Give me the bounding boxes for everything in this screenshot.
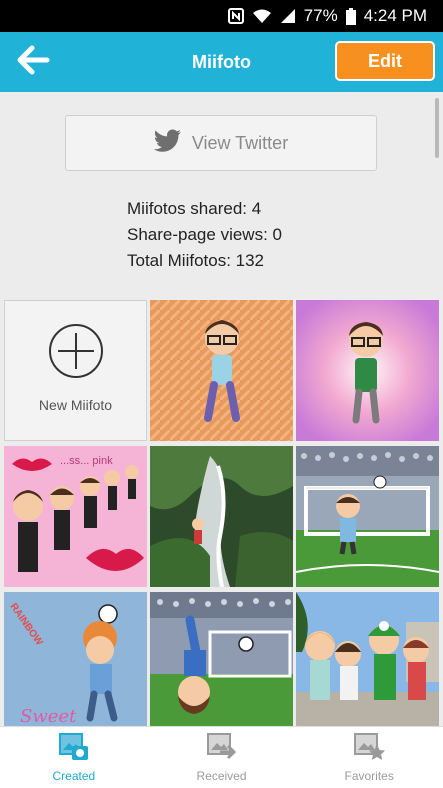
status-time: 4:24 PM <box>363 6 427 25</box>
sweet-photo-text: Sweet <box>20 706 77 726</box>
group-mii-photo[interactable] <box>296 592 439 726</box>
app-bar: Miifoto Edit <box>0 32 443 92</box>
tab-created[interactable]: Created <box>0 727 148 788</box>
orange-pattern-mii-photo[interactable] <box>150 300 293 441</box>
received-photos-icon <box>206 732 238 765</box>
wifi-icon <box>252 8 272 24</box>
battery-percent: 77% <box>303 6 338 25</box>
total-miifotos: Total Miifotos: 132 <box>127 251 265 270</box>
tab-favorites[interactable]: Favorites <box>295 727 443 788</box>
pink-lips-mii-photo[interactable]: ...ss... pink <box>4 446 147 587</box>
created-photos-icon <box>58 732 90 765</box>
tab-favorites-label: Favorites <box>344 769 394 783</box>
scrollbar[interactable] <box>435 98 439 158</box>
signal-icon <box>280 8 296 24</box>
content-area[interactable]: View Twitter Miifotos shared: 4 Share-pa… <box>0 92 443 726</box>
waterfall-mii-photo[interactable] <box>150 446 293 587</box>
stadium-bicycle-kick-mii-photo[interactable] <box>150 592 293 726</box>
share-page-views: Share-page views: 0 <box>127 225 282 244</box>
view-twitter-button[interactable]: View Twitter <box>65 115 377 171</box>
nfc-icon <box>227 8 244 24</box>
tab-created-label: Created <box>52 769 96 783</box>
bottom-nav: Created Received Favorites <box>0 726 443 788</box>
tab-received[interactable]: Received <box>148 727 296 788</box>
rainbow-soccer-mii-photo[interactable]: RAINBOW Sweet <box>4 592 147 726</box>
back-arrow-icon <box>16 45 50 80</box>
tab-received-label: Received <box>196 769 247 783</box>
stadium-goal-mii-photo[interactable] <box>296 446 439 587</box>
new-miifoto-label: New Miifoto <box>38 397 113 413</box>
new-miifoto-button[interactable]: New Miifoto <box>4 300 147 441</box>
twitter-bird-icon <box>153 129 182 158</box>
view-twitter-label: View Twitter <box>191 132 289 153</box>
pink-photo-text: ...ss... pink <box>60 455 113 467</box>
miifotos-shared: Miifotos shared: 4 <box>127 199 262 218</box>
pink-burst-mii-photo[interactable] <box>296 300 439 441</box>
back-button[interactable] <box>12 42 54 82</box>
battery-icon <box>345 7 356 25</box>
plus-circle-icon <box>48 323 104 379</box>
status-bar: 77% 4:24 PM <box>0 0 443 32</box>
stats-block: Miifotos shared: 4 Share-page views: 0 T… <box>127 196 387 274</box>
edit-button[interactable]: Edit <box>335 41 435 81</box>
favorites-photos-icon <box>353 732 386 765</box>
page-title: Miifoto <box>192 51 251 72</box>
